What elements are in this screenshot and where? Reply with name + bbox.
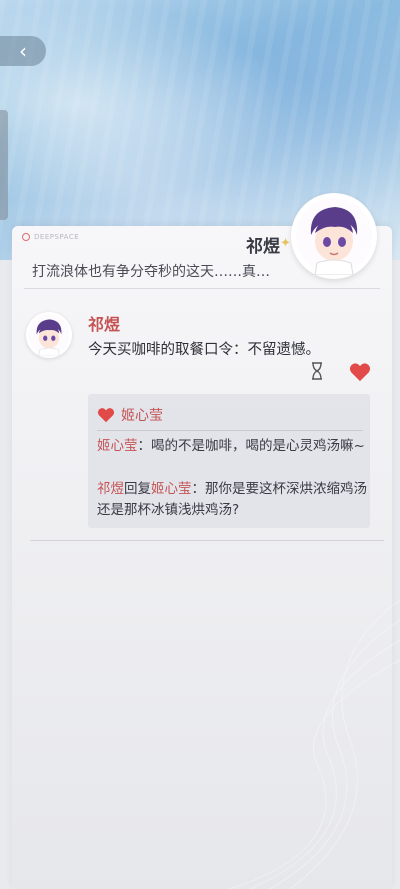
header-avatar[interactable]: [291, 193, 377, 279]
comment-author[interactable]: 姬心莹: [97, 438, 138, 454]
separator: ：: [137, 438, 152, 454]
back-button[interactable]: ‹: [0, 36, 46, 66]
sparkle-icon: ✦: [280, 236, 291, 251]
reply-author[interactable]: 祁煜: [97, 481, 124, 497]
divider: [24, 288, 380, 289]
post-author[interactable]: 祁煜: [88, 311, 120, 335]
back-icon: ‹: [19, 39, 27, 63]
reply-target[interactable]: 姬心莹: [151, 481, 192, 497]
comment-text: 喝的不是咖啡，喝的是心灵鸡汤嘛~: [151, 438, 365, 454]
side-handle[interactable]: [0, 110, 8, 220]
heart-icon: [97, 408, 115, 423]
hourglass-icon[interactable]: [310, 362, 324, 380]
author-avatar[interactable]: [26, 312, 72, 358]
liker-name[interactable]: 姬心莹: [121, 405, 163, 425]
heart-icon[interactable]: [349, 362, 371, 382]
reply-verb: 回复: [124, 481, 151, 497]
divider: [30, 540, 384, 541]
post-title[interactable]: 打流浪体也有争分夺秒的这天……真…: [32, 261, 270, 281]
avatar-portrait-icon: [28, 314, 70, 356]
post-message: 今天买咖啡的取餐口令：不留遗憾。: [88, 342, 320, 358]
likes-row: 姬心莹: [97, 405, 163, 425]
brand-logo: DEEPSPACE: [22, 233, 79, 241]
separator: ：: [191, 481, 206, 497]
reply-line[interactable]: 祁煜回复姬心莹：那你是要这杯深烘浓缩鸡汤还是那杯冰镇浅烘鸡汤?: [97, 479, 367, 521]
brand-dot-icon: [22, 233, 30, 241]
decorative-lines: [229, 600, 400, 889]
divider: [97, 430, 363, 431]
header-name: 祁煜: [246, 237, 280, 257]
comment-line[interactable]: 姬心莹：喝的不是咖啡，喝的是心灵鸡汤嘛~: [97, 436, 367, 457]
avatar-portrait-icon: [296, 198, 372, 275]
